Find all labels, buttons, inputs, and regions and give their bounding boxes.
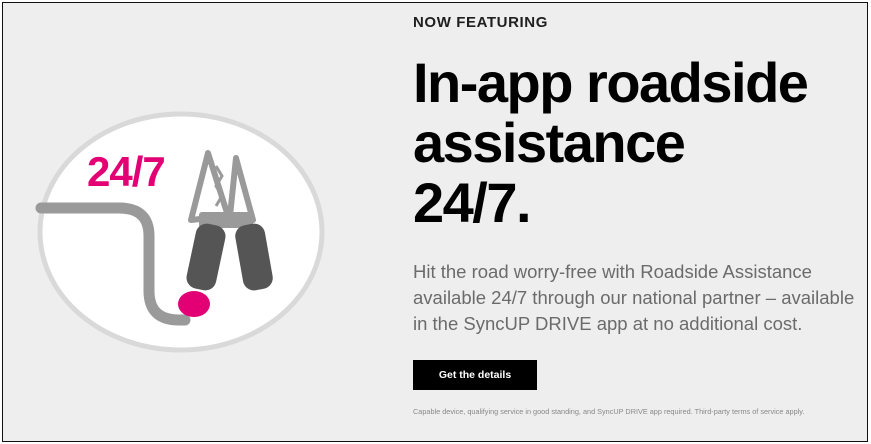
hero-description: Hit the road worry-free with Roadside As… (413, 261, 855, 334)
badge-label: 24/7 (87, 148, 166, 195)
feature-banner: 24/7 NOW FEATURING In-app roadside assis… (2, 2, 868, 442)
roadside-illustration: 24/7 (31, 108, 331, 358)
page-title: In-app roadside assistance 24/7. (413, 53, 863, 233)
get-details-button[interactable]: Get the details (413, 360, 537, 390)
headline-line: 24/7. (413, 171, 532, 234)
eyebrow-label: NOW FEATURING (413, 14, 549, 31)
legal-disclaimer: Capable device, qualifying service in go… (413, 407, 805, 416)
headline-line: assistance (413, 111, 686, 174)
jumper-cable-clamp-icon (35, 111, 325, 353)
headline-line: In-app roadside (413, 51, 809, 114)
hero-content: NOW FEATURING In-app roadside assistance… (413, 15, 863, 416)
